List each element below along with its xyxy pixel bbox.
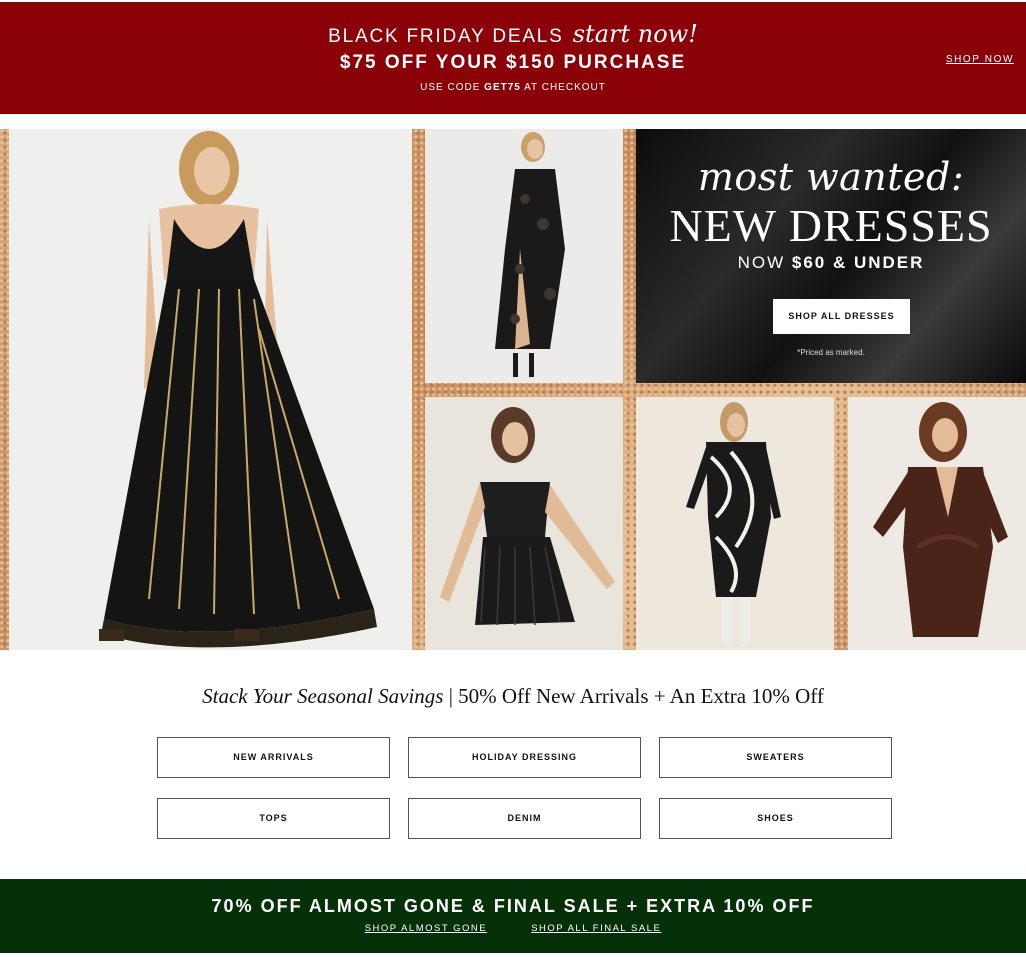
final-sale-banner: 70% OFF ALMOST GONE & FINAL SALE + EXTRA… xyxy=(0,879,1026,953)
promo-code: GET75 xyxy=(484,82,521,93)
product-tile-velvet-slip-dress[interactable] xyxy=(425,129,623,383)
final-sale-links: SHOP ALMOST GONE SHOP ALL FINAL SALE xyxy=(0,923,1026,934)
banner-code-line: USE CODE GET75 AT CHECKOUT xyxy=(0,82,1026,93)
hero-grid: most wanted: NEW DRESSES NOW $60 & UNDER… xyxy=(0,129,1026,650)
category-button-holiday-dressing[interactable]: HOLIDAY DRESSING xyxy=(408,737,641,778)
promo-script-title: most wanted: xyxy=(697,155,965,199)
promo-price: NOW $60 & UNDER xyxy=(636,253,1026,273)
banner-headline: BLACK FRIDAY DEALS start now! xyxy=(0,20,1026,48)
black-friday-banner[interactable]: BLACK FRIDAY DEALS start now! $75 OFF YO… xyxy=(0,2,1026,114)
product-tile-swirl-print-dress[interactable] xyxy=(636,397,834,650)
swirl-print-midi-dress-photo xyxy=(636,397,834,650)
banner-headline-text: BLACK FRIDAY DEALS xyxy=(328,26,564,47)
savings-title-separator: | xyxy=(448,684,453,708)
category-button-new-arrivals[interactable]: NEW ARRIVALS xyxy=(157,737,390,778)
velvet-burnout-slip-dress-photo xyxy=(425,129,623,383)
final-sale-headline: 70% OFF ALMOST GONE & FINAL SALE + EXTRA… xyxy=(211,896,815,916)
code-prefix: USE CODE xyxy=(420,82,481,93)
embellished-maxi-dress-photo xyxy=(9,129,412,650)
category-button-denim[interactable]: DENIM xyxy=(408,798,641,839)
shop-all-final-sale-link[interactable]: SHOP ALL FINAL SALE xyxy=(531,923,661,934)
shop-almost-gone-link[interactable]: SHOP ALMOST GONE xyxy=(365,923,487,934)
product-tile-fringe-minidress[interactable] xyxy=(425,397,623,650)
product-tile-velvet-wrap-dress[interactable] xyxy=(848,397,1026,650)
savings-title-offer: 50% Off New Arrivals + An Extra 10% Off xyxy=(458,684,824,708)
promo-footnote: *Priced as marked. xyxy=(797,348,865,357)
category-button-tops[interactable]: TOPS xyxy=(157,798,390,839)
shop-all-dresses-button[interactable]: SHOP ALL DRESSES xyxy=(773,299,910,334)
promo-price-prefix: NOW xyxy=(737,253,786,272)
brown-velvet-wrap-dress-photo xyxy=(848,397,1026,650)
promo-price-value: $60 & UNDER xyxy=(791,253,925,272)
page: BLACK FRIDAY DEALS start now! $75 OFF YO… xyxy=(0,0,1026,957)
savings-title: Stack Your Seasonal Savings | 50% Off Ne… xyxy=(0,684,1026,709)
category-button-sweaters[interactable]: SWEATERS xyxy=(659,737,892,778)
shop-now-link[interactable]: SHOP NOW xyxy=(946,54,1014,65)
savings-title-italic: Stack Your Seasonal Savings xyxy=(202,684,444,708)
banner-headline-script: start now! xyxy=(572,20,698,48)
product-tile-embellished-maxi-dress[interactable] xyxy=(9,129,412,650)
banner-offer: $75 OFF YOUR $150 PURCHASE xyxy=(339,52,687,73)
code-suffix: AT CHECKOUT xyxy=(524,82,606,93)
promo-headline: NEW DRESSES xyxy=(669,200,993,251)
fringe-corset-minidress-photo xyxy=(425,397,623,650)
category-button-shoes[interactable]: SHOES xyxy=(659,798,892,839)
promo-new-dresses[interactable]: most wanted: NEW DRESSES NOW $60 & UNDER… xyxy=(636,129,1026,383)
